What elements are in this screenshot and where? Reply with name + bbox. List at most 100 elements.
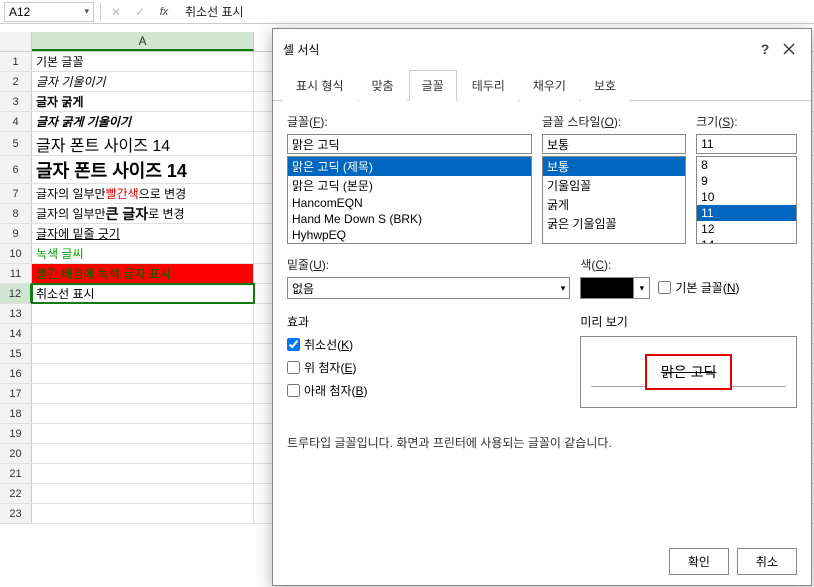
list-item[interactable]: HyhwpEQ xyxy=(288,227,531,243)
chevron-down-icon: ▾ xyxy=(633,278,649,298)
row-header[interactable]: 20 xyxy=(0,444,32,463)
cell[interactable] xyxy=(32,424,254,443)
subscript-checkbox[interactable]: 아래 첨자(B) xyxy=(287,382,570,399)
preview-box: 맑은 고딕 xyxy=(580,336,797,408)
color-swatch-icon xyxy=(581,278,633,298)
row-header[interactable]: 15 xyxy=(0,344,32,363)
enter-formula-icon[interactable]: ✓ xyxy=(131,3,149,21)
underline-select[interactable]: 없음 ▾ xyxy=(287,277,570,299)
cell[interactable] xyxy=(32,384,254,403)
dialog-tab[interactable]: 표시 형식 xyxy=(283,70,357,101)
row-header[interactable]: 4 xyxy=(0,112,32,131)
font-size-list[interactable]: 8910111214 xyxy=(696,156,797,244)
row-header[interactable]: 23 xyxy=(0,504,32,523)
list-item[interactable]: 10 xyxy=(697,189,796,205)
row-header[interactable]: 9 xyxy=(0,224,32,243)
cell[interactable]: 글자 기울이기 xyxy=(32,72,254,91)
row-header[interactable]: 13 xyxy=(0,304,32,323)
cell[interactable]: 빨간 배경에 녹색 글자 표시 xyxy=(32,264,254,283)
cell[interactable]: 글자 굵게 xyxy=(32,92,254,111)
cell[interactable] xyxy=(32,344,254,363)
font-size-input[interactable] xyxy=(696,134,797,154)
close-button[interactable] xyxy=(777,37,801,61)
row-header[interactable]: 1 xyxy=(0,52,32,71)
cell[interactable]: 녹색 글씨 xyxy=(32,244,254,263)
cell[interactable]: 글자 폰트 사이즈 14 xyxy=(32,156,254,183)
row-header[interactable]: 16 xyxy=(0,364,32,383)
ok-button[interactable]: 확인 xyxy=(669,548,729,575)
cell[interactable]: 취소선 표시 xyxy=(32,284,254,303)
font-size-label: 크기(S): xyxy=(696,113,797,130)
name-box-value: A12 xyxy=(9,5,30,19)
list-item[interactable]: 8 xyxy=(697,157,796,173)
cancel-button[interactable]: 취소 xyxy=(737,548,797,575)
list-item[interactable]: 11 xyxy=(697,205,796,221)
list-item[interactable]: 보통 xyxy=(543,157,685,176)
list-item[interactable]: 굵은 기울임꼴 xyxy=(543,214,685,233)
cell[interactable]: 글자의 일부만 빨간색으로 변경 xyxy=(32,184,254,203)
row-header[interactable]: 3 xyxy=(0,92,32,111)
dialog-tab[interactable]: 맞춤 xyxy=(359,70,407,101)
cell[interactable]: 기본 글꼴 xyxy=(32,52,254,71)
font-input[interactable] xyxy=(287,134,532,154)
row-header[interactable]: 11 xyxy=(0,264,32,283)
cell[interactable]: 글자의 일부만 큰 글자로 변경 xyxy=(32,204,254,223)
row-header[interactable]: 17 xyxy=(0,384,32,403)
fx-icon[interactable]: fx xyxy=(155,3,173,21)
list-item[interactable]: 기울임꼴 xyxy=(543,176,685,195)
row-header[interactable]: 2 xyxy=(0,72,32,91)
list-item[interactable]: 12 xyxy=(697,221,796,237)
color-select[interactable]: ▾ xyxy=(580,277,650,299)
row-header[interactable]: 5 xyxy=(0,132,32,155)
list-item[interactable]: HancomEQN xyxy=(288,195,531,211)
dialog-tab[interactable]: 테두리 xyxy=(459,70,518,101)
list-item[interactable]: HY견고딕 xyxy=(288,243,531,244)
row-header[interactable]: 21 xyxy=(0,464,32,483)
row-header[interactable]: 12 xyxy=(0,284,32,303)
font-list[interactable]: 맑은 고딕 (제목)맑은 고딕 (본문)HancomEQNHand Me Dow… xyxy=(287,156,532,244)
cell[interactable]: 글자 폰트 사이즈 14 xyxy=(32,132,254,155)
list-item[interactable]: 14 xyxy=(697,237,796,244)
color-label: 색(C): xyxy=(580,256,650,273)
font-style-input[interactable] xyxy=(542,134,686,154)
list-item[interactable]: 맑은 고딕 (제목) xyxy=(288,157,531,176)
preview-label: 미리 보기 xyxy=(580,313,797,330)
row-header[interactable]: 14 xyxy=(0,324,32,343)
cell[interactable] xyxy=(32,304,254,323)
cancel-formula-icon[interactable]: ✕ xyxy=(107,3,125,21)
row-header[interactable]: 19 xyxy=(0,424,32,443)
close-icon xyxy=(783,43,795,55)
row-header[interactable]: 6 xyxy=(0,156,32,183)
list-item[interactable]: Hand Me Down S (BRK) xyxy=(288,211,531,227)
cell[interactable] xyxy=(32,444,254,463)
row-header[interactable]: 8 xyxy=(0,204,32,223)
cell[interactable] xyxy=(32,364,254,383)
formula-input[interactable]: 취소선 표시 xyxy=(179,3,810,20)
cell[interactable] xyxy=(32,324,254,343)
column-header[interactable]: A xyxy=(32,32,254,51)
cell[interactable] xyxy=(32,484,254,503)
cell[interactable]: 글자에 밑줄 긋기 xyxy=(32,224,254,243)
help-button[interactable]: ? xyxy=(753,37,777,61)
dialog-tab[interactable]: 채우기 xyxy=(520,70,579,101)
list-item[interactable]: 9 xyxy=(697,173,796,189)
row-header[interactable]: 10 xyxy=(0,244,32,263)
font-style-list[interactable]: 보통기울임꼴굵게굵은 기울임꼴 xyxy=(542,156,686,244)
superscript-checkbox[interactable]: 위 첨자(E) xyxy=(287,359,570,376)
list-item[interactable]: 맑은 고딕 (본문) xyxy=(288,176,531,195)
list-item[interactable]: 굵게 xyxy=(543,195,685,214)
dialog-tab[interactable]: 보호 xyxy=(581,70,629,101)
default-font-checkbox[interactable]: 기본 글꼴(N) xyxy=(658,279,739,296)
name-box[interactable]: A12 ▾ xyxy=(4,2,94,22)
cell[interactable] xyxy=(32,464,254,483)
cell[interactable]: 글자 굵게 기울이기 xyxy=(32,112,254,131)
cell[interactable] xyxy=(32,504,254,523)
row-header[interactable]: 22 xyxy=(0,484,32,503)
strikethrough-checkbox[interactable]: 취소선(K) xyxy=(287,336,570,353)
format-cells-dialog: 셀 서식 ? 표시 형식맞춤글꼴테두리채우기보호 글꼴(F): 맑은 고딕 (제… xyxy=(272,28,812,586)
select-all-corner[interactable] xyxy=(0,32,32,51)
cell[interactable] xyxy=(32,404,254,423)
row-header[interactable]: 7 xyxy=(0,184,32,203)
row-header[interactable]: 18 xyxy=(0,404,32,423)
dialog-tab[interactable]: 글꼴 xyxy=(409,70,457,101)
